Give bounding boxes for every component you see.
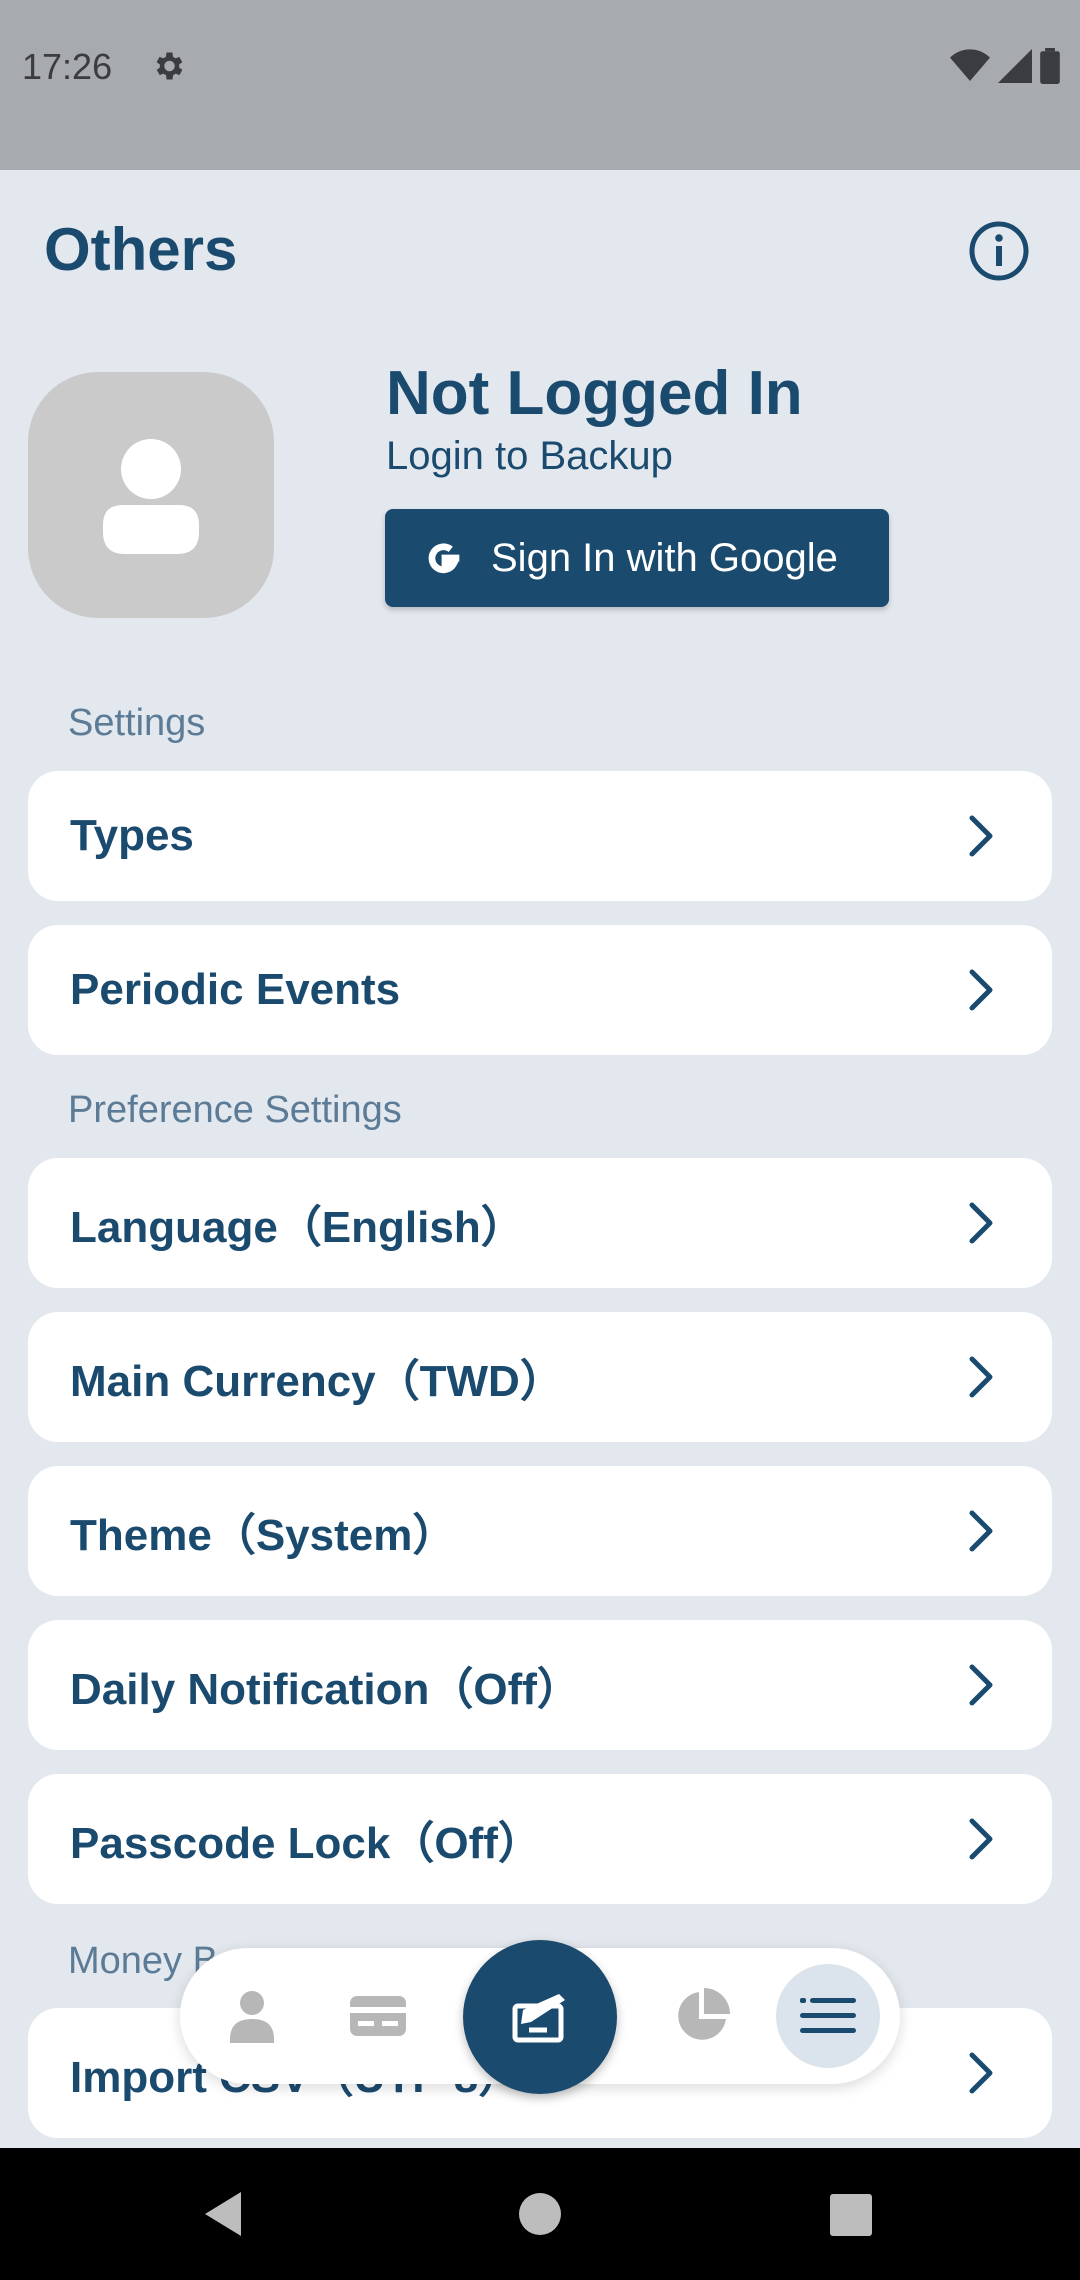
chevron-right-icon [969, 815, 993, 857]
person-icon [103, 439, 199, 554]
menu-item-main-currency[interactable]: Main Currency（TWD） [28, 1312, 1052, 1442]
menu-item-periodic-events[interactable]: Periodic Events [28, 925, 1052, 1055]
recents-icon[interactable] [820, 2184, 880, 2244]
menu-item-theme[interactable]: Theme（System） [28, 1466, 1052, 1596]
menu-item-label: Types [70, 811, 194, 860]
menu-item-daily-notification[interactable]: Daily Notification（Off） [28, 1620, 1052, 1750]
pie-chart-icon [678, 1988, 730, 2040]
back-icon[interactable] [195, 2184, 255, 2244]
menu-item-language[interactable]: Language（English） [28, 1158, 1052, 1288]
status-bar: 17:26 [0, 0, 1080, 170]
section-label-settings: Settings [68, 702, 206, 744]
add-record-icon [512, 1994, 565, 2043]
card-icon [350, 1996, 406, 2036]
profile-title: Not Logged In [386, 359, 803, 428]
gear-icon [156, 52, 183, 80]
home-icon[interactable] [510, 2184, 570, 2244]
google-icon [428, 543, 460, 574]
person-icon [230, 1991, 274, 2043]
menu-item-label: Main Currency（TWD） [70, 1357, 564, 1406]
menu-item-label: Periodic Events [70, 965, 401, 1014]
google-sign-in-button[interactable]: Sign In with Google [385, 509, 889, 607]
chevron-right-icon [969, 1356, 993, 1398]
battery-icon [1040, 48, 1060, 84]
app-header: Others [0, 170, 1080, 320]
menu-item-label: Theme（System） [70, 1511, 457, 1560]
nav-item-others[interactable] [788, 1976, 868, 2056]
status-icons [950, 48, 1060, 84]
chevron-right-icon [969, 1510, 993, 1552]
avatar [28, 372, 274, 618]
signal-icon [998, 49, 1032, 83]
menu-item-types[interactable]: Types [28, 771, 1052, 901]
menu-item-label: Daily Notification（Off） [70, 1665, 581, 1714]
section-label-preference: Preference Settings [68, 1089, 402, 1131]
menu-icon [800, 1998, 856, 2033]
nav-item-accounts[interactable] [212, 1976, 292, 2056]
google-button-label: Sign In with Google [491, 535, 838, 580]
nav-item-cards[interactable] [338, 1976, 418, 2056]
chevron-right-icon [969, 2052, 993, 2094]
add-record-button[interactable] [463, 1940, 617, 2094]
chevron-right-icon [969, 1818, 993, 1860]
info-icon[interactable] [968, 220, 1030, 282]
wifi-icon [950, 49, 990, 81]
status-time: 17:26 [22, 46, 113, 87]
menu-item-label: Passcode Lock（Off） [70, 1819, 542, 1868]
menu-item-label: Language（English） [70, 1203, 525, 1252]
profile-subtitle: Login to Backup [386, 434, 673, 478]
chevron-right-icon [969, 969, 993, 1011]
page-title: Others [44, 216, 238, 283]
nav-item-statistics[interactable] [662, 1976, 742, 2056]
system-nav-bar [0, 2148, 1080, 2280]
chevron-right-icon [969, 1664, 993, 1706]
menu-item-passcode-lock[interactable]: Passcode Lock（Off） [28, 1774, 1052, 1904]
chevron-right-icon [969, 1202, 993, 1244]
